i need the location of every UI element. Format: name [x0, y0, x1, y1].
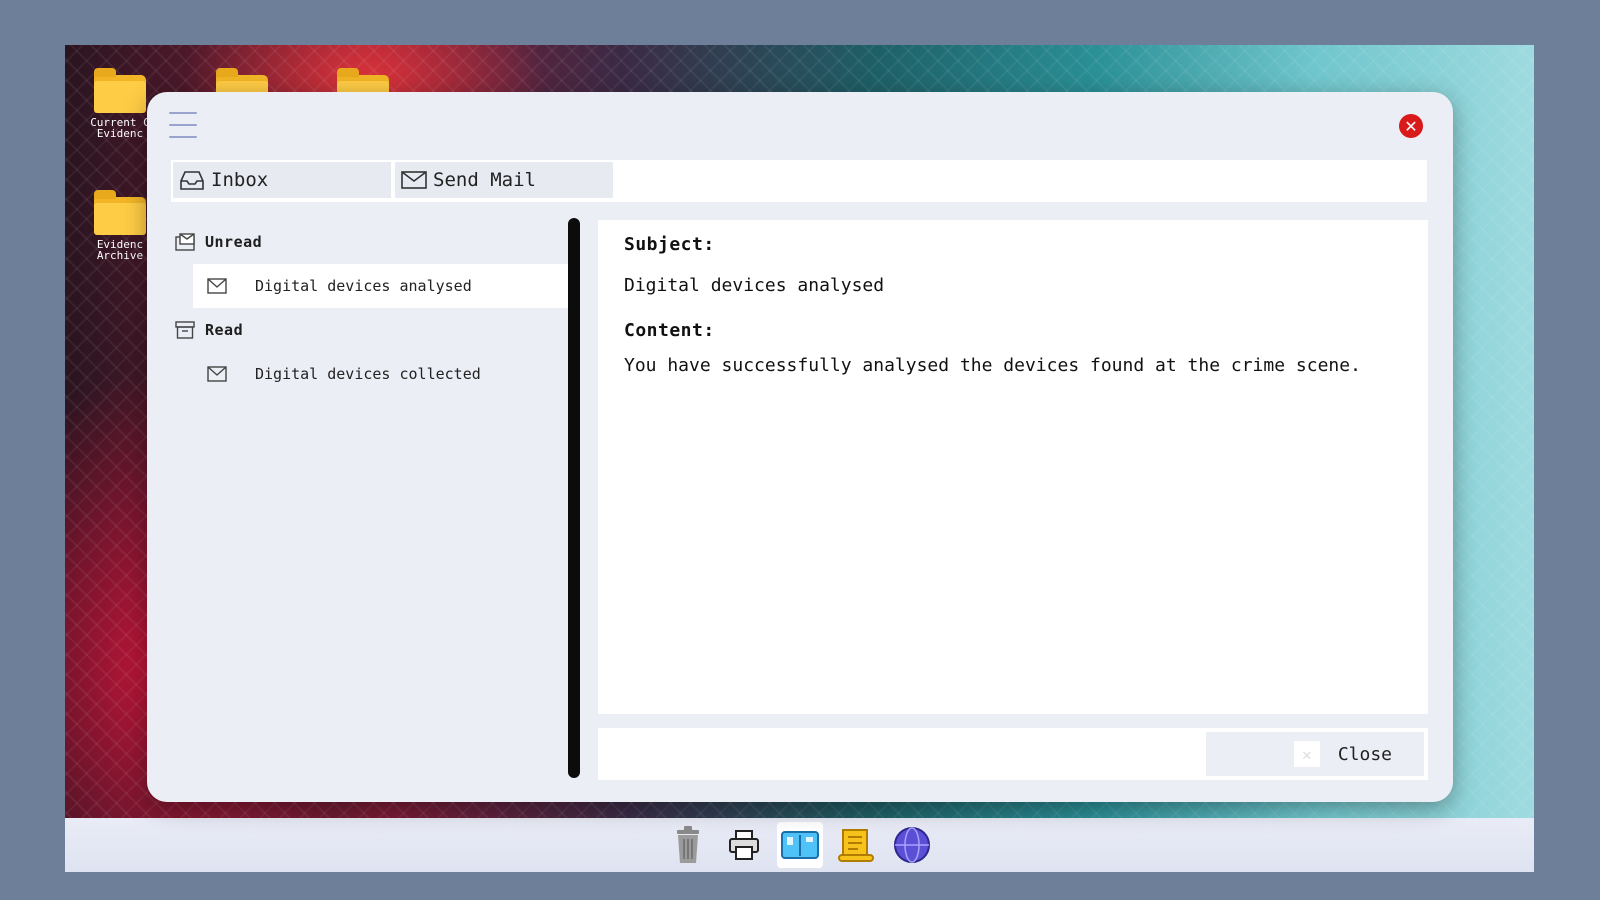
close-icon: ✕ [1293, 741, 1320, 767]
scroll-icon [837, 829, 874, 862]
folder-icon [94, 68, 146, 113]
mail-list-scrollbar[interactable] [568, 218, 580, 778]
message-footer: ✕ Close [598, 728, 1428, 780]
mail-item-read[interactable]: Digital devices collected [193, 352, 575, 396]
tab-bar: Inbox Send Mail [171, 160, 1427, 202]
close-icon[interactable]: ✕ [1399, 114, 1423, 138]
tab-send-mail[interactable]: Send Mail [395, 162, 613, 198]
taskbar-globe[interactable] [889, 822, 935, 868]
subject-value: Digital devices analysed [624, 275, 885, 296]
content-value: You have successfully analysed the devic… [624, 355, 1361, 376]
mail-app-icon [780, 831, 819, 859]
taskbar [65, 818, 1534, 872]
taskbar-printer[interactable] [721, 822, 767, 868]
mail-list: Unread Digital devices analysed Read Dig… [175, 220, 575, 396]
mail-item-unread[interactable]: Digital devices analysed [193, 264, 575, 308]
globe-icon [893, 827, 930, 863]
taskbar-trash[interactable] [665, 822, 711, 868]
hamburger-icon[interactable] [169, 112, 197, 138]
envelope-icon [207, 278, 227, 294]
inbox-icon [180, 171, 204, 190]
tab-inbox-label: Inbox [211, 169, 269, 191]
content-label: Content: [624, 320, 715, 341]
archive-icon [175, 321, 195, 339]
printer-icon [728, 830, 759, 860]
read-group-title: Read [205, 321, 244, 339]
envelope-icon [207, 366, 227, 382]
taskbar-mail-app[interactable] [776, 822, 823, 868]
read-group-header[interactable]: Read [175, 308, 575, 352]
tab-send-mail-label: Send Mail [433, 169, 536, 191]
folder-icon [94, 190, 146, 235]
subject-label: Subject: [624, 234, 715, 255]
unread-group-header[interactable]: Unread [175, 220, 575, 264]
envelope-icon [401, 171, 427, 189]
mail-window: ✕ Inbox Send Mail Unread Digital devices… [147, 92, 1453, 802]
unread-group-title: Unread [205, 233, 263, 251]
mail-item-subject: Digital devices collected [255, 365, 481, 383]
taskbar-scroll[interactable] [833, 822, 879, 868]
close-button[interactable]: ✕ Close [1206, 732, 1424, 776]
unread-mail-icon [175, 233, 195, 251]
close-button-label: Close [1337, 743, 1392, 765]
trash-icon [676, 826, 699, 863]
tab-inbox[interactable]: Inbox [173, 162, 391, 198]
message-view: Subject: Digital devices analysed Conten… [598, 220, 1428, 714]
mail-item-subject: Digital devices analysed [255, 277, 472, 295]
